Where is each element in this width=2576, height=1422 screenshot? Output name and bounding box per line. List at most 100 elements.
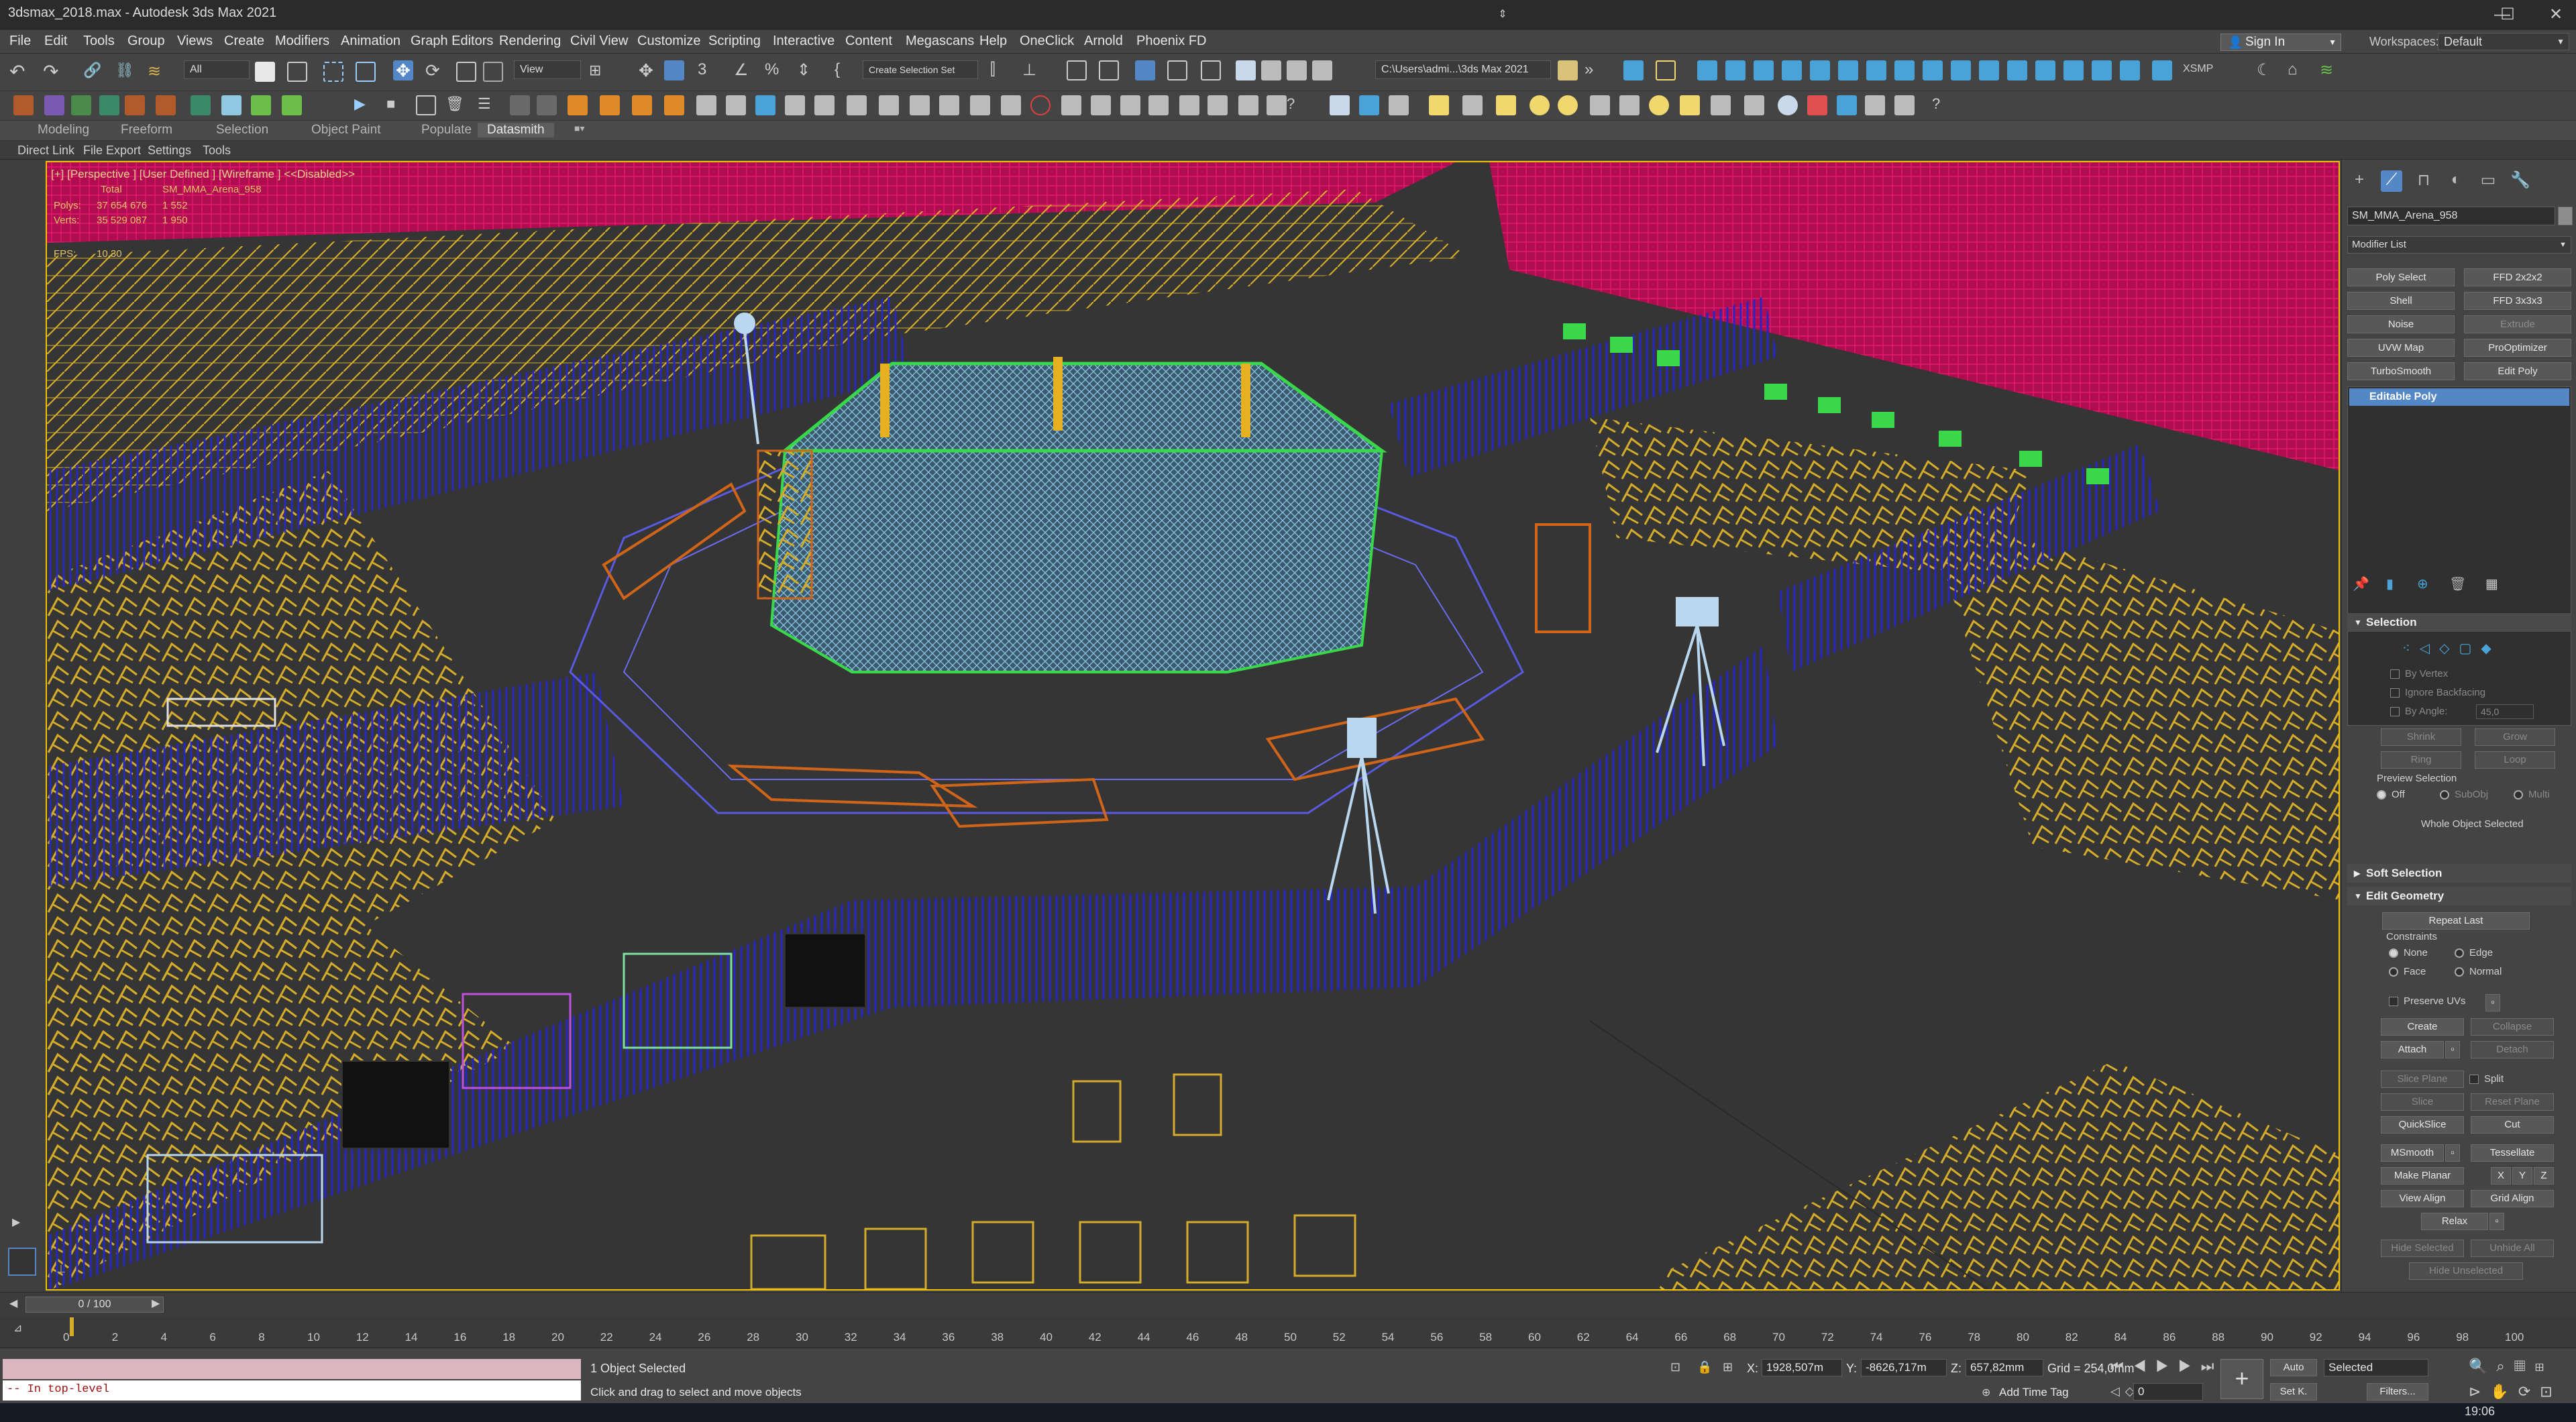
x-coordinate-field[interactable]: 1928,507m <box>1762 1359 1842 1376</box>
arnold-icon-3[interactable] <box>1389 95 1409 115</box>
viewport-nav-controls-2[interactable]: ⊳✋⟳⊡ <box>2469 1383 2562 1401</box>
msmooth-button[interactable]: MSmooth <box>2381 1144 2444 1162</box>
railclone-icon[interactable]: ⌂ <box>2288 60 2308 80</box>
phoenix-icon-13[interactable] <box>1001 95 1021 115</box>
menu-modifiers[interactable]: Modifiers <box>275 34 329 49</box>
unlink-icon[interactable]: ⛓ <box>115 62 136 82</box>
modifier-ffd2-button[interactable]: FFD 2x2x2 <box>2464 268 2571 286</box>
vray-icon-5[interactable] <box>1810 60 1830 80</box>
toggle-ribbon-icon[interactable] <box>1135 60 1155 80</box>
slice-button[interactable]: Slice <box>2381 1093 2464 1111</box>
helper-icon[interactable] <box>99 95 119 115</box>
menu-create[interactable]: Create <box>224 34 264 49</box>
tree-icon[interactable] <box>191 95 211 115</box>
tool-icon-2[interactable] <box>1894 95 1915 115</box>
light-icon-4[interactable] <box>1529 95 1550 115</box>
tessellate-button[interactable]: Tessellate <box>2471 1144 2554 1162</box>
menu-scripting[interactable]: Scripting <box>708 34 761 49</box>
light-icon-10[interactable] <box>1744 95 1764 115</box>
tab-datasmith[interactable]: Datasmith <box>478 123 554 138</box>
material-editor-icon[interactable] <box>1236 60 1256 80</box>
file-export-button[interactable]: File Export <box>83 144 141 158</box>
menu-rendering[interactable]: Rendering <box>499 34 561 49</box>
phoenix-fire-icon-2[interactable] <box>600 95 620 115</box>
menu-views[interactable]: Views <box>177 34 213 49</box>
list-icon[interactable]: ☰ <box>478 95 498 115</box>
selection-rollout-header[interactable]: ▼ Selection <box>2347 613 2571 632</box>
project-folder-dropdown[interactable]: C:\Users\admi...\3ds Max 2021 <box>1375 60 1551 79</box>
light-icon-7[interactable] <box>1619 95 1640 115</box>
soft-selection-rollout-header[interactable]: ▶ Soft Selection <box>2347 864 2571 883</box>
menu-edit[interactable]: Edit <box>44 34 67 49</box>
sun-icon[interactable] <box>1649 95 1669 115</box>
particle-icon[interactable] <box>156 95 176 115</box>
loop-button[interactable]: Loop <box>2475 751 2555 769</box>
phoenix-icon-20[interactable] <box>1208 95 1228 115</box>
schematic-view-icon[interactable] <box>1201 60 1221 80</box>
vray-icon-4[interactable] <box>1782 60 1802 80</box>
by-angle-checkbox[interactable] <box>2390 707 2400 716</box>
phoenix-icon-7[interactable] <box>814 95 835 115</box>
rendered-frame-window-icon[interactable] <box>1287 60 1307 80</box>
attach-list-button[interactable]: ▫ <box>2445 1041 2460 1058</box>
slice-plane-button[interactable]: Slice Plane <box>2381 1071 2464 1088</box>
direct-link-button[interactable]: Direct Link <box>17 144 74 158</box>
make-planar-button[interactable]: Make Planar <box>2381 1167 2464 1185</box>
utilities-tab-icon[interactable]: 🔧 <box>2510 170 2531 192</box>
phoenix-icon-11[interactable] <box>939 95 959 115</box>
menu-civil-view[interactable]: Civil View <box>570 34 628 49</box>
align-icon[interactable]: ⊥ <box>1022 60 1042 80</box>
scene-explorer-icon[interactable] <box>1067 60 1087 80</box>
modifier-list-dropdown[interactable]: Modifier List ▼ <box>2347 236 2571 254</box>
edit-named-selection-icon[interactable]: { <box>835 60 855 80</box>
render-setup-icon[interactable] <box>1261 60 1281 80</box>
object-name-field[interactable]: SM_MMA_Arena_958 <box>2347 207 2555 225</box>
spinner-snap-icon[interactable]: ⇕ <box>797 60 817 80</box>
menu-file[interactable]: File <box>9 34 31 49</box>
tab-selection[interactable]: Selection <box>216 123 268 138</box>
repeat-last-button[interactable]: Repeat Last <box>2382 912 2530 930</box>
quickslice-button[interactable]: QuickSlice <box>2381 1116 2464 1134</box>
add-time-tag-button[interactable]: Add Time Tag <box>1999 1386 2069 1399</box>
arnold-icon-1[interactable] <box>1330 95 1350 115</box>
viewport-nav-controls[interactable]: 🔍⌕▦⊞ <box>2469 1358 2553 1375</box>
notes-icon[interactable] <box>1656 60 1676 80</box>
menu-megascans[interactable]: Megascans <box>906 34 974 49</box>
configure-modifier-sets-icon[interactable]: ▦ <box>2485 576 2498 592</box>
make-planar-y-button[interactable]: Y <box>2512 1167 2532 1185</box>
relax-button[interactable]: Relax <box>2421 1213 2488 1230</box>
phoenix-fire-icon-1[interactable] <box>568 95 588 115</box>
detach-button[interactable]: Detach <box>2471 1041 2554 1058</box>
phoenix-icon-19[interactable] <box>1179 95 1199 115</box>
angle-snap-icon[interactable]: ∠ <box>734 60 754 80</box>
menu-oneclick[interactable]: OneClick <box>1020 34 1074 49</box>
mini-curve-editor-icon[interactable]: ⊿ <box>13 1321 22 1335</box>
isolate-icon[interactable]: ⊡ <box>1670 1360 1680 1374</box>
select-manipulate-icon[interactable]: ✥ <box>639 60 659 80</box>
ribbon-options-icon[interactable]: ■▾ <box>574 123 584 134</box>
menu-content[interactable]: Content <box>845 34 892 49</box>
vray-icon-16[interactable] <box>2120 60 2140 80</box>
light-icon-2[interactable] <box>1462 95 1483 115</box>
time-tag-icon[interactable]: ⊕ <box>1982 1386 1990 1399</box>
remove-modifier-icon[interactable]: 🗑 <box>2449 576 2466 592</box>
vray-icon-1[interactable] <box>1697 60 1717 80</box>
phoenix-icon-1[interactable] <box>510 95 530 115</box>
selection-filter-dropdown[interactable]: All <box>184 60 250 79</box>
set-key-button[interactable]: Set K. <box>2270 1383 2317 1401</box>
modifier-ffd3-button[interactable]: FFD 3x3x3 <box>2464 292 2571 310</box>
key-mode-dropdown[interactable]: Selected <box>2324 1359 2428 1376</box>
close-button[interactable]: ✕ <box>2536 3 2576 27</box>
lock-selection-icon[interactable]: 🔒 <box>1697 1360 1712 1374</box>
cut-button[interactable]: Cut <box>2471 1116 2554 1134</box>
tool-icon-1[interactable] <box>1865 95 1885 115</box>
time-slider[interactable]: 0 / 100 <box>25 1297 164 1313</box>
ai-icon[interactable] <box>71 95 91 115</box>
absolute-mode-icon[interactable]: ⊞ <box>1723 1360 1733 1374</box>
hierarchy-tab-icon[interactable]: ⊓ <box>2413 170 2434 192</box>
pivot-center-icon[interactable]: ⊞ <box>589 62 609 82</box>
placement-icon[interactable] <box>483 62 503 82</box>
menu-help[interactable]: Help <box>979 34 1007 49</box>
scale-icon[interactable] <box>456 62 476 82</box>
tab-object-paint[interactable]: Object Paint <box>311 123 381 138</box>
